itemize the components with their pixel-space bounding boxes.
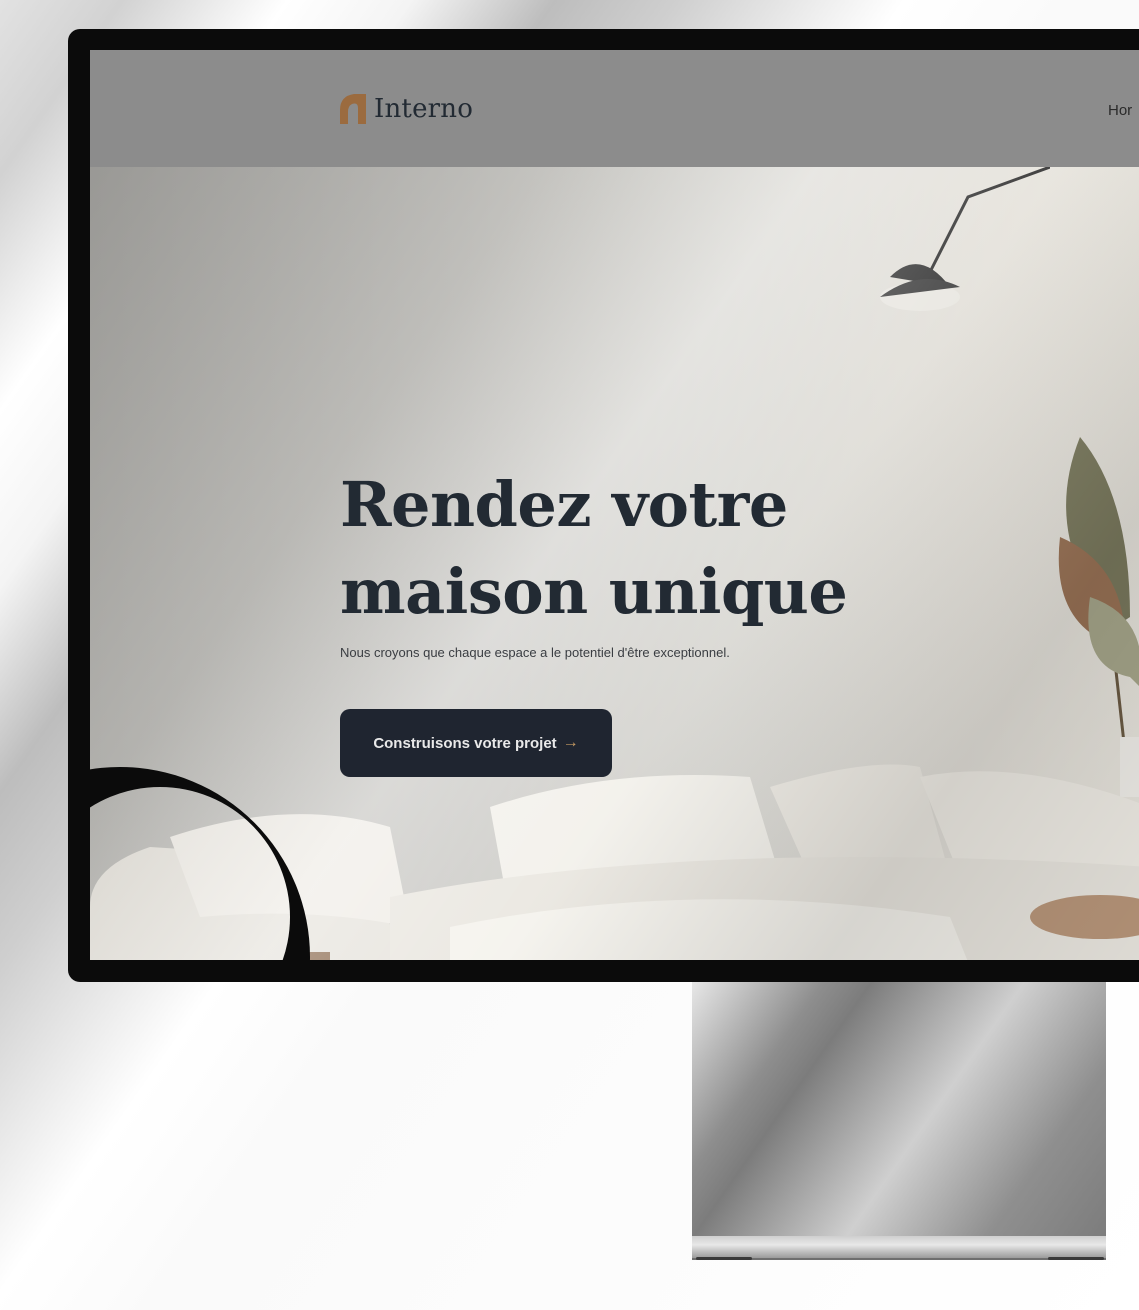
website-screen: Rendez votre maison unique Nous croyons …	[90, 50, 1139, 960]
hero-section: Rendez votre maison unique Nous croyons …	[90, 167, 1139, 960]
monitor-stand-base	[692, 1236, 1106, 1260]
monitor-stand	[692, 978, 1106, 1258]
site-logo[interactable]: Interno	[340, 94, 473, 124]
arrow-right-icon: →	[562, 734, 579, 751]
monitor-foot-left	[696, 1257, 752, 1260]
logo-text: Interno	[374, 94, 474, 124]
nav-link-home[interactable]: Hor	[1108, 102, 1132, 119]
hero-title: Rendez votre maison unique	[340, 462, 860, 636]
build-project-button[interactable]: Construisons votre projet →	[340, 709, 612, 777]
top-navbar: Interno Hor	[90, 50, 1139, 167]
monitor-foot-right	[1048, 1257, 1104, 1260]
house-roof-icon	[340, 94, 366, 124]
hero-title-line-1: Rendez votre	[340, 468, 788, 541]
build-project-button-label: Construisons votre projet	[373, 734, 557, 752]
hero-title-line-2: maison unique	[340, 554, 848, 628]
hero-subtitle: Nous croyons que chaque espace a le pote…	[340, 645, 730, 660]
